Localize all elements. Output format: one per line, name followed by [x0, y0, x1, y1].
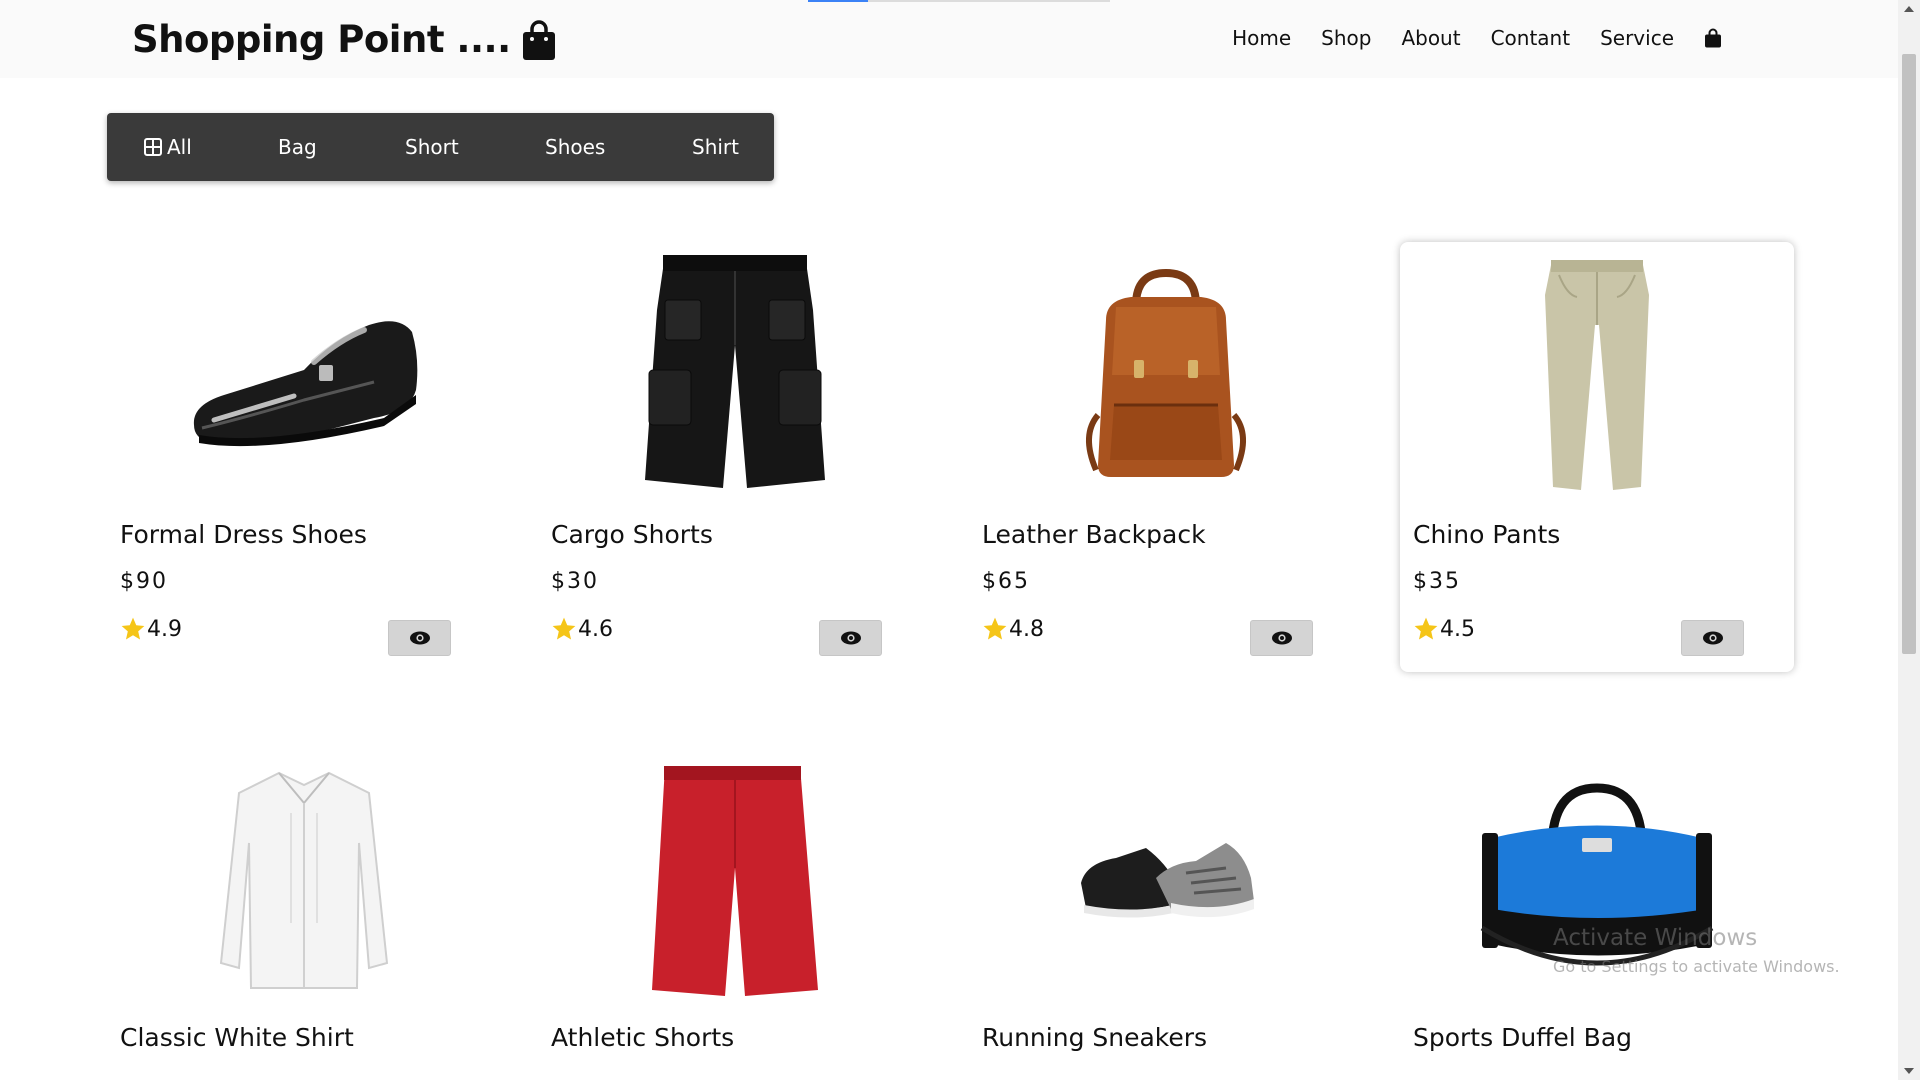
product-price: $35	[1413, 569, 1461, 594]
nav-about[interactable]: About	[1401, 26, 1460, 50]
star-icon	[121, 617, 145, 640]
rating-value: 4.8	[1009, 616, 1044, 642]
product-image	[969, 250, 1363, 500]
eye-icon	[840, 631, 861, 645]
nav-service[interactable]: Service	[1600, 26, 1674, 50]
eye-icon	[1271, 631, 1292, 645]
product-name: Chino Pants	[1413, 520, 1561, 549]
product-price: $65	[982, 569, 1030, 594]
star-icon	[983, 617, 1007, 640]
nav-contant[interactable]: Contant	[1491, 26, 1571, 50]
product-card[interactable]: Classic White Shirt	[107, 745, 501, 1080]
filter-shirt[interactable]: Shirt	[692, 113, 739, 181]
product-card[interactable]: Cargo Shorts $30 4.6	[538, 242, 932, 672]
product-card[interactable]: Sports Duffel Bag	[1400, 745, 1794, 1080]
product-image	[1400, 250, 1794, 500]
product-image	[538, 753, 932, 1003]
logo-text: Shopping Point ....	[132, 18, 511, 61]
product-card[interactable]: Running Sneakers	[969, 745, 1363, 1080]
product-rating: 4.9	[120, 616, 182, 642]
product-rating: 4.6	[551, 616, 613, 642]
filter-label: Bag	[278, 135, 317, 159]
main-nav: Home Shop About Contant Service	[1202, 26, 1722, 50]
leather-backpack-image	[1086, 268, 1246, 477]
product-image	[107, 250, 501, 500]
filter-label: Short	[405, 135, 459, 159]
product-card[interactable]: Leather Backpack $65 4.8	[969, 242, 1363, 672]
cargo-shorts-image	[645, 255, 825, 488]
product-name: Cargo Shorts	[551, 520, 713, 549]
filter-label: All	[167, 135, 192, 159]
scrollbar-thumb[interactable]	[1902, 54, 1916, 654]
product-rating: 4.8	[982, 616, 1044, 642]
nav-shop[interactable]: Shop	[1321, 26, 1371, 50]
site-logo[interactable]: Shopping Point ....	[132, 18, 557, 61]
windows-activation-watermark: Activate Windows Go to Settings to activ…	[1553, 925, 1840, 976]
product-name: Formal Dress Shoes	[120, 520, 367, 549]
quick-view-button[interactable]	[819, 620, 882, 656]
star-icon	[552, 617, 576, 640]
watermark-subtitle: Go to Settings to activate Windows.	[1553, 957, 1840, 976]
filter-short[interactable]: Short	[405, 113, 459, 181]
athletic-shorts-image	[652, 766, 818, 996]
shopping-bag-icon[interactable]	[1704, 28, 1722, 48]
shopping-bag-icon	[522, 19, 555, 60]
product-name: Sports Duffel Bag	[1413, 1023, 1633, 1052]
grid-icon	[144, 138, 162, 156]
quick-view-button[interactable]	[388, 620, 451, 656]
product-rating: 4.5	[1413, 616, 1475, 642]
product-image	[538, 250, 932, 500]
product-name: Athletic Shorts	[551, 1023, 735, 1052]
scroll-down-arrow[interactable]	[1904, 1068, 1914, 1074]
product-card[interactable]: Athletic Shorts	[538, 745, 932, 1080]
eye-icon	[409, 631, 430, 645]
filter-all[interactable]: All	[144, 113, 192, 181]
filter-label: Shoes	[545, 135, 606, 159]
eye-icon	[1702, 631, 1723, 645]
vertical-scrollbar[interactable]	[1898, 0, 1920, 1080]
rating-value: 4.5	[1440, 616, 1475, 642]
product-image	[969, 753, 1363, 1003]
nav-home[interactable]: Home	[1232, 26, 1291, 50]
product-name: Classic White Shirt	[120, 1023, 354, 1052]
filter-bag[interactable]: Bag	[278, 113, 317, 181]
page-loading-bar	[808, 0, 1110, 2]
watermark-title: Activate Windows	[1553, 925, 1758, 951]
site-header: Shopping Point .... Home Shop About Cont…	[0, 0, 1898, 78]
product-name: Leather Backpack	[982, 520, 1206, 549]
product-name: Running Sneakers	[982, 1023, 1208, 1052]
product-price: $90	[120, 569, 168, 594]
white-shirt-image	[219, 771, 389, 989]
quick-view-button[interactable]	[1250, 620, 1313, 656]
chino-pants-image	[1545, 260, 1649, 490]
product-price: $30	[551, 569, 599, 594]
rating-value: 4.6	[578, 616, 613, 642]
quick-view-button[interactable]	[1681, 620, 1744, 656]
running-sneakers-image	[1081, 843, 1254, 918]
product-image	[107, 753, 501, 1003]
product-card[interactable]: Chino Pants $35 4.5	[1400, 242, 1794, 672]
formal-shoe-image	[193, 321, 418, 447]
star-icon	[1414, 617, 1438, 640]
category-filter-bar: All Bag Short Shoes Shirt	[107, 113, 774, 181]
scroll-up-arrow[interactable]	[1904, 6, 1914, 12]
rating-value: 4.9	[147, 616, 182, 642]
loading-bar-fill	[808, 0, 869, 2]
filter-label: Shirt	[692, 135, 739, 159]
product-card[interactable]: Formal Dress Shoes $90 4.9	[107, 242, 501, 672]
filter-shoes[interactable]: Shoes	[545, 113, 605, 181]
